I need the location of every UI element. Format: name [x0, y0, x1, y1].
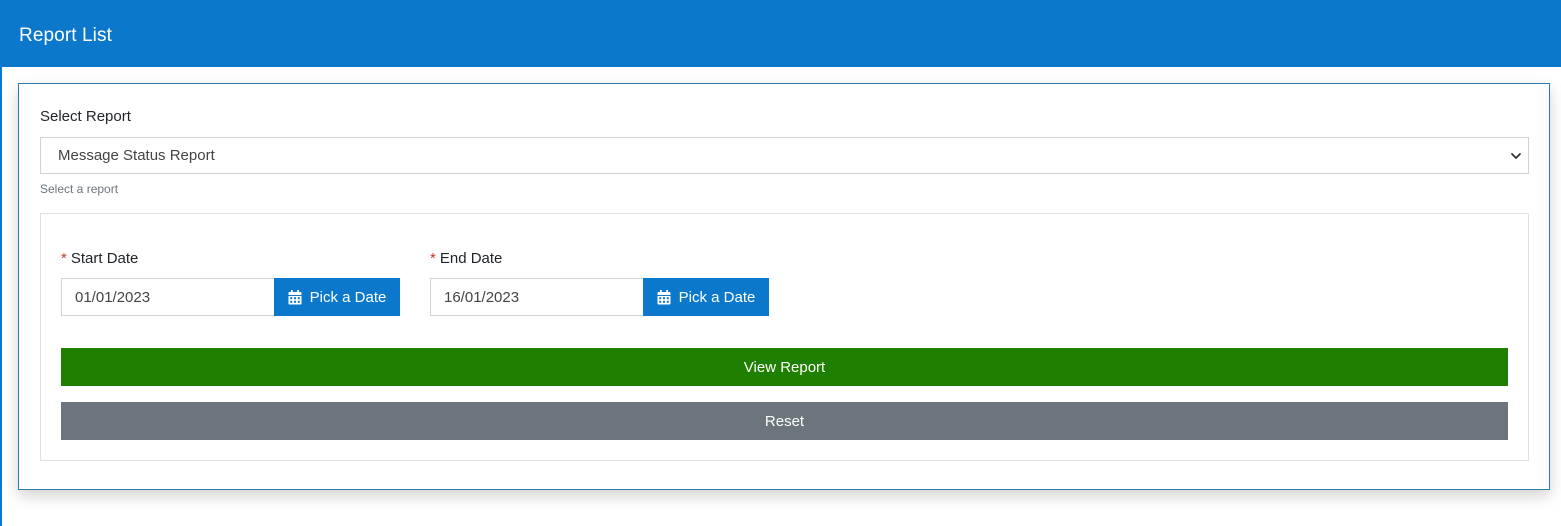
end-date-value: 16/01/2023: [444, 288, 520, 306]
filter-panel: * Start Date 01/01/2023 Pick a Date * En…: [40, 213, 1529, 461]
report-select-value: Message Status Report: [58, 147, 215, 164]
end-date-input[interactable]: 16/01/2023: [430, 278, 644, 316]
end-date-label-text: End Date: [439, 250, 503, 267]
end-date-pick-label: Pick a Date: [678, 288, 756, 306]
start-date-pick-label: Pick a Date: [309, 288, 387, 306]
calendar-icon: [657, 289, 671, 304]
page-title: Report List: [19, 24, 112, 46]
start-date-pick-button[interactable]: Pick a Date: [274, 278, 400, 316]
header-bar: Report List: [2, 0, 1561, 67]
report-select[interactable]: Message Status Report: [40, 137, 1529, 174]
end-date-pick-button[interactable]: Pick a Date: [643, 278, 769, 316]
calendar-icon: [288, 289, 302, 304]
page: Report List Select Report Message Status…: [0, 0, 1561, 526]
start-date-input[interactable]: 01/01/2023: [61, 278, 275, 316]
select-report-help: Select a report: [40, 182, 119, 196]
start-date-label: * Start Date: [61, 250, 138, 267]
required-marker: *: [61, 250, 67, 267]
required-marker: *: [430, 250, 436, 267]
report-card: Select Report Message Status Report Sele…: [18, 83, 1550, 490]
start-date-value: 01/01/2023: [75, 288, 151, 306]
reset-button[interactable]: Reset: [61, 402, 1508, 440]
end-date-label: * End Date: [430, 250, 502, 267]
select-report-label: Select Report: [40, 108, 131, 125]
start-date-label-text: Start Date: [70, 250, 139, 267]
view-report-button[interactable]: View Report: [61, 348, 1508, 386]
chevron-down-icon: [1511, 153, 1521, 159]
